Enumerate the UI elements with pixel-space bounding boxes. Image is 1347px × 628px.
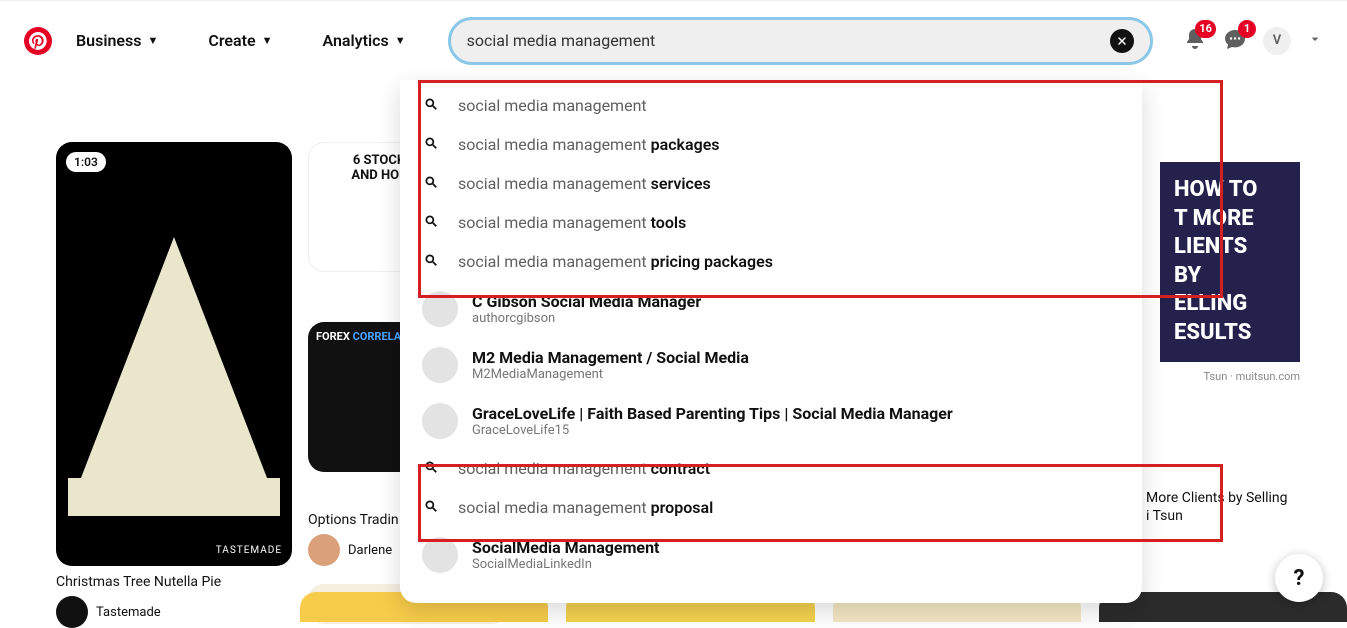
messages-button[interactable]: 1 [1223,27,1247,55]
search-suggestion-term[interactable]: social media management tools [400,203,1142,242]
profile-username: GraceLoveLife15 [472,423,953,438]
help-button[interactable]: ? [1275,554,1323,602]
search-suggestion-profile[interactable]: GraceLoveLife | Faith Based Parenting Ti… [400,393,1142,449]
close-icon [1116,35,1128,47]
pin-byline[interactable]: Tastemade [56,596,292,628]
pin-thumbnail[interactable]: HOW TO T MORE LIENTS BY ELLING ESULTS Ts… [1140,142,1320,482]
nav-business-label: Business [76,31,141,50]
profile-name: GraceLoveLife | Faith Based Parenting Ti… [472,404,953,423]
header-icons: 16 1 V [1183,27,1323,55]
search-icon [424,460,440,478]
search-suggestion-profile[interactable]: C Gibson Social Media Managerauthorcgibs… [400,281,1142,337]
nav-create[interactable]: Create ▼ [200,31,280,50]
search-wrap [448,17,1153,65]
video-duration: 1:03 [66,152,106,172]
pin-thumbnail[interactable]: 1:03 TASTEMADE [56,142,292,566]
pin-card[interactable]: HOW TO T MORE LIENTS BY ELLING ESULTS Ts… [1140,142,1320,524]
watermark: TASTEMADE [216,545,282,556]
account-menu-button[interactable] [1307,31,1323,51]
search-icon [424,499,440,517]
author-name: Tastemade [96,605,161,620]
pin-card[interactable]: 1:03 TASTEMADE Christmas Tree Nutella Pi… [56,142,292,628]
pin-title: Christmas Tree Nutella Pie [56,574,292,590]
profile-name: SocialMedia Management [472,538,659,557]
nav-analytics[interactable]: Analytics ▼ [315,31,414,50]
profile-avatar [422,347,458,383]
pinterest-logo[interactable] [24,27,52,55]
profile-username: authorcgibson [472,311,701,326]
search-suggestion-term[interactable]: social media management proposal [400,488,1142,527]
notifications-button[interactable]: 16 [1183,27,1207,55]
search-icon [424,214,440,232]
search-suggestions-panel: social media management social media mana… [400,80,1142,603]
author-name: i Tsun [1140,508,1320,524]
profile-username: SocialMediaLinkedIn [472,557,659,572]
pinterest-icon [29,32,47,50]
profile-name: M2 Media Management / Social Media [472,348,749,367]
chevron-down-icon: ▼ [262,34,273,47]
profile-avatar [422,537,458,573]
suggestion-text: social media management proposal [458,498,713,517]
search-box[interactable] [448,17,1153,65]
profile-username: M2MediaManagement [472,367,749,382]
search-icon [424,253,440,271]
suggestion-text: social media management [458,96,647,115]
search-input[interactable] [467,31,1110,50]
nav-analytics-label: Analytics [323,31,389,50]
nav-create-label: Create [208,31,255,50]
search-icon [424,136,440,154]
search-suggestion-term[interactable]: social media management pricing packages [400,242,1142,281]
chevron-down-icon [1307,31,1323,47]
author-avatar [56,596,88,628]
suggestion-text: social media management services [458,174,711,193]
profile-name: C Gibson Social Media Manager [472,292,701,311]
author-avatar [308,534,340,566]
messages-badge: 1 [1238,20,1256,38]
search-clear-button[interactable] [1110,29,1134,53]
search-suggestion-term[interactable]: social media management [400,86,1142,125]
profile-avatar [422,403,458,439]
nav-business[interactable]: Business ▼ [68,31,166,50]
suggestion-text: social media management tools [458,213,686,232]
author-name: Darlene [348,543,392,558]
chevron-down-icon: ▼ [147,34,158,47]
suggestion-text: social media management packages [458,135,720,154]
search-suggestion-profile[interactable]: SocialMedia ManagementSocialMediaLinkedI… [400,527,1142,583]
profile-avatar [422,291,458,327]
avatar[interactable]: V [1263,27,1291,55]
suggestion-text: social media management contract [458,459,710,478]
search-suggestion-term[interactable]: social media management services [400,164,1142,203]
search-suggestion-term[interactable]: social media management contract [400,449,1142,488]
notifications-badge: 16 [1195,20,1216,38]
chevron-down-icon: ▼ [395,34,406,47]
search-icon [424,175,440,193]
search-suggestion-profile[interactable]: M2 Media Management / Social MediaM2Medi… [400,337,1142,393]
pin-title: More Clients by Selling [1140,490,1320,506]
search-suggestion-term[interactable]: social media management packages [400,125,1142,164]
suggestion-text: social media management pricing packages [458,252,773,271]
header: Business ▼ Create ▼ Analytics ▼ 16 1 V [0,0,1347,80]
search-icon [424,97,440,115]
